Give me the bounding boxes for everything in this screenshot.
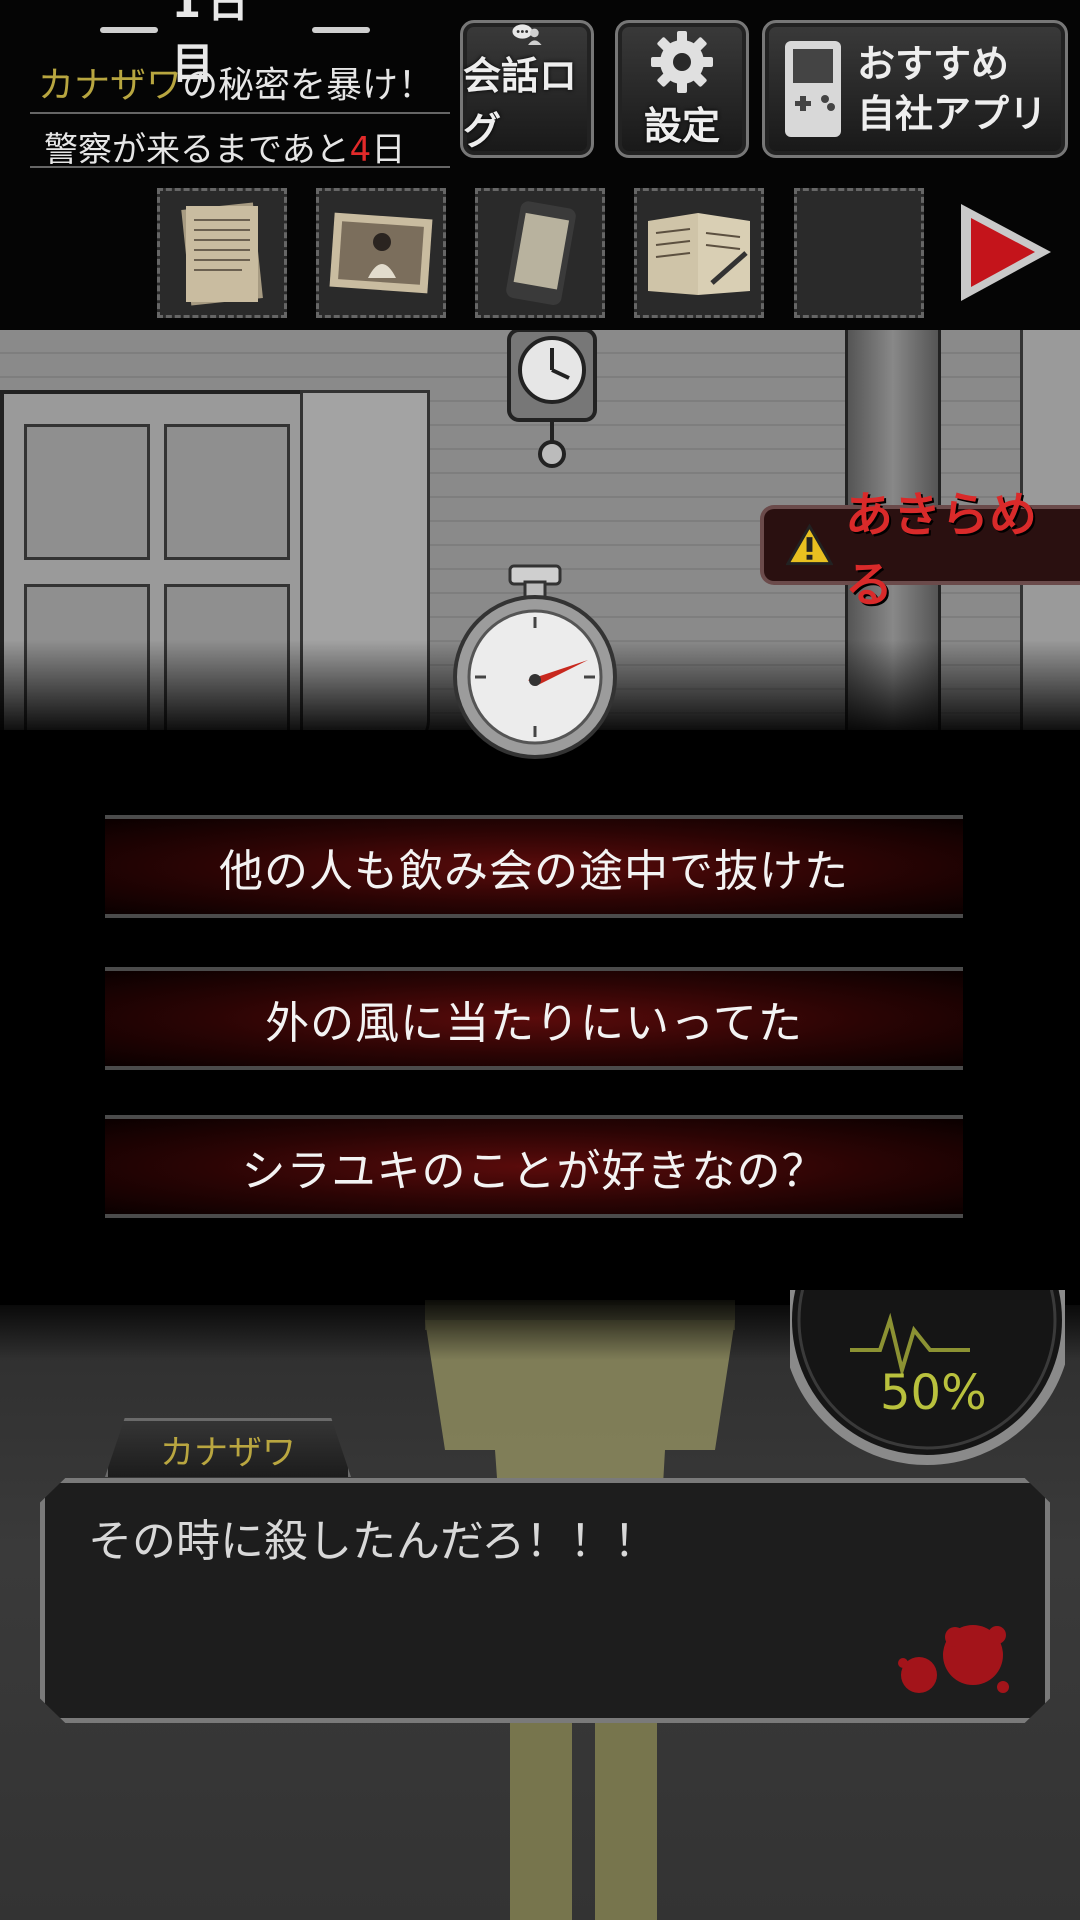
speaker-name-tab: カナザワ [105, 1418, 351, 1477]
chat-people-icon [512, 24, 542, 45]
item-slot-phone[interactable] [475, 188, 605, 318]
log-label: 会話ログ [463, 54, 578, 153]
give-up-label: あきらめる [845, 487, 1038, 613]
day-bar-right [312, 27, 370, 33]
document-icon [181, 202, 263, 306]
choice-option[interactable]: 外の風に当たりにいってた [105, 967, 963, 1070]
item-slot-document[interactable] [157, 188, 287, 318]
warning-icon [786, 523, 833, 566]
item-slot-notebook[interactable] [634, 188, 764, 318]
phone-icon [506, 201, 576, 306]
recommended-apps-button[interactable]: おすすめ 自社アプリ [762, 20, 1068, 158]
divider [30, 112, 450, 114]
item-slot-photo[interactable] [316, 188, 446, 318]
mission-rest: の秘密を暴け！ [182, 65, 435, 106]
blood-splatter-icon [898, 1625, 1009, 1693]
apps-label: おすすめ 自社アプリ [857, 39, 1047, 139]
countdown-prefix: 警察が来るまであと [44, 130, 350, 170]
handheld-console-icon [784, 41, 841, 137]
item-slot-empty[interactable] [794, 188, 924, 318]
gear-icon [651, 30, 713, 93]
apps-label-line2: 自社アプリ [856, 92, 1047, 136]
next-arrow-icon[interactable] [955, 200, 1055, 305]
notebook-icon [647, 213, 750, 295]
dialogue-text: その時に殺したんだろ！！！ [88, 1516, 658, 1567]
wall-clock-icon [507, 330, 597, 468]
day-indicator: 1日目 [100, 0, 370, 88]
countdown-days: 4 [349, 130, 372, 170]
countdown-text: 警察が来るまであと4日 [44, 122, 405, 171]
choice-option[interactable]: シラユキのことが好きなの？ [105, 1115, 963, 1218]
top-hud: 1日目 カナザワの秘密を暴け！ 警察が来るまであと4日 会話ログ 設定 おすすめ… [0, 0, 1080, 330]
apps-label-line1: おすすめ [856, 42, 1009, 86]
settings-label: 設定 [643, 103, 720, 148]
settings-button[interactable]: 設定 [615, 20, 749, 158]
give-up-button[interactable]: あきらめる [760, 487, 1080, 613]
divider [30, 166, 450, 168]
mission-text: カナザワの秘密を暴け！ [38, 56, 434, 108]
gauge-percentage: 50% [880, 1365, 987, 1421]
choice-option[interactable]: 他の人も飲み会の途中で抜けた [105, 815, 963, 918]
mission-highlight: カナザワ [38, 65, 183, 106]
conversation-log-button[interactable]: 会話ログ [460, 20, 594, 158]
day-bar-left [100, 27, 158, 33]
countdown-suffix: 日 [371, 130, 406, 170]
stopwatch-timer-icon [453, 564, 617, 759]
photo-icon [329, 212, 433, 294]
